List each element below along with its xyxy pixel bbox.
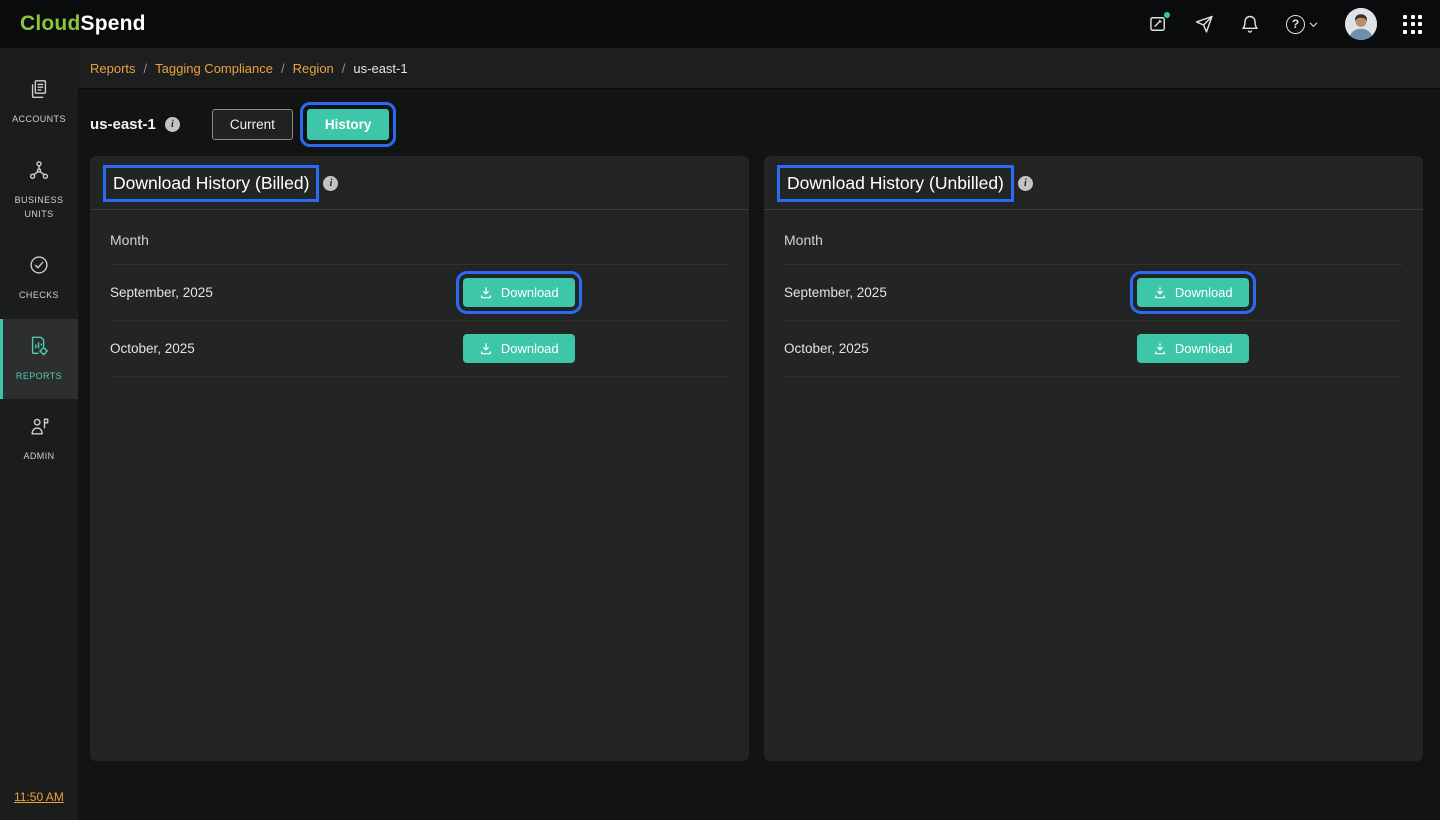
sidebar-item-label: ADMIN <box>24 450 55 464</box>
billed-panel-title: Download History (Billed) <box>113 173 309 194</box>
breadcrumb-tagging-compliance[interactable]: Tagging Compliance <box>155 61 273 76</box>
view-toggle: Current History <box>212 109 390 140</box>
table-row: September, 2025 Download <box>784 265 1403 321</box>
month-cell: September, 2025 <box>784 285 1137 300</box>
breadcrumb-separator: / <box>281 61 285 76</box>
sidebar-item-label: ACCOUNTS <box>12 113 66 127</box>
download-icon <box>479 342 493 356</box>
month-cell: September, 2025 <box>110 285 463 300</box>
month-column-header: Month <box>784 210 1403 265</box>
history-tab-button[interactable]: History <box>307 109 390 140</box>
billed-panel: Download History (Billed) i Month Septem… <box>90 156 749 761</box>
help-icon: ? <box>1286 15 1305 34</box>
brand-cloud: Cloud <box>20 12 80 35</box>
download-button[interactable]: Download <box>463 278 575 307</box>
checks-icon <box>28 254 50 281</box>
unbilled-panel: Download History (Unbilled) i Month Sept… <box>764 156 1423 761</box>
reports-icon <box>28 335 50 362</box>
admin-icon <box>28 415 50 442</box>
month-column-header: Month <box>110 210 729 265</box>
sidebar-item-reports[interactable]: REPORTS <box>0 319 78 400</box>
topbar: CloudSpend ? <box>0 0 1440 48</box>
notifications-bell-icon[interactable] <box>1240 14 1260 34</box>
sidebar-item-label: BUSINESS UNITS <box>4 194 74 222</box>
chevron-down-icon <box>1308 19 1319 30</box>
download-button[interactable]: Download <box>1137 334 1249 363</box>
sidebar: ACCOUNTS BUSINESS UNITS CHECKS REPORTS A… <box>0 48 78 820</box>
brand-logo[interactable]: CloudSpend <box>20 12 146 36</box>
info-icon[interactable]: i <box>165 117 180 132</box>
sidebar-item-label: REPORTS <box>16 370 62 384</box>
apps-grid-icon[interactable] <box>1403 15 1422 34</box>
brand-spend: Spend <box>80 12 145 35</box>
help-menu[interactable]: ? <box>1286 15 1319 34</box>
month-cell: October, 2025 <box>110 341 463 356</box>
breadcrumb-current: us-east-1 <box>353 61 407 76</box>
unbilled-panel-title-box: Download History (Unbilled) <box>784 172 1007 195</box>
breadcrumb: Reports / Tagging Compliance / Region / … <box>78 48 1440 89</box>
download-icon <box>1153 286 1167 300</box>
sidebar-item-checks[interactable]: CHECKS <box>0 238 78 319</box>
current-tab-button[interactable]: Current <box>212 109 293 140</box>
download-button[interactable]: Download <box>463 334 575 363</box>
page-head: us-east-1 i Current History <box>78 89 1440 156</box>
page-title: us-east-1 i <box>90 116 180 133</box>
breadcrumb-region[interactable]: Region <box>293 61 334 76</box>
timestamp-link[interactable]: 11:50 AM <box>14 790 64 804</box>
business-units-icon <box>28 159 50 186</box>
unbilled-panel-title: Download History (Unbilled) <box>787 173 1004 194</box>
breadcrumb-separator: / <box>342 61 346 76</box>
billed-panel-title-box: Download History (Billed) <box>110 172 312 195</box>
table-row: October, 2025 Download <box>110 321 729 377</box>
accounts-icon <box>28 78 50 105</box>
user-avatar[interactable] <box>1345 8 1377 40</box>
feedback-badge-dot <box>1163 11 1171 19</box>
download-icon <box>1153 342 1167 356</box>
breadcrumb-reports[interactable]: Reports <box>90 61 136 76</box>
sidebar-item-admin[interactable]: ADMIN <box>0 399 78 480</box>
table-row: September, 2025 Download <box>110 265 729 321</box>
whats-new-icon[interactable] <box>1194 14 1214 34</box>
feedback-icon[interactable] <box>1148 14 1168 34</box>
download-icon <box>479 286 493 300</box>
unbilled-panel-header: Download History (Unbilled) i <box>764 156 1423 210</box>
billed-panel-header: Download History (Billed) i <box>90 156 749 210</box>
topbar-actions: ? <box>1148 8 1422 40</box>
sidebar-item-label: CHECKS <box>19 289 59 303</box>
info-icon[interactable]: i <box>1018 176 1033 191</box>
layout: ACCOUNTS BUSINESS UNITS CHECKS REPORTS A… <box>0 48 1440 820</box>
sidebar-item-accounts[interactable]: ACCOUNTS <box>0 62 78 143</box>
main-content: Reports / Tagging Compliance / Region / … <box>78 48 1440 820</box>
unbilled-panel-body: Month September, 2025 Download October, … <box>764 210 1423 377</box>
month-cell: October, 2025 <box>784 341 1137 356</box>
billed-panel-body: Month September, 2025 Download October, … <box>90 210 749 377</box>
info-icon[interactable]: i <box>323 176 338 191</box>
sidebar-item-business-units[interactable]: BUSINESS UNITS <box>0 143 78 238</box>
panels: Download History (Billed) i Month Septem… <box>78 156 1440 761</box>
download-button[interactable]: Download <box>1137 278 1249 307</box>
table-row: October, 2025 Download <box>784 321 1403 377</box>
breadcrumb-separator: / <box>144 61 148 76</box>
